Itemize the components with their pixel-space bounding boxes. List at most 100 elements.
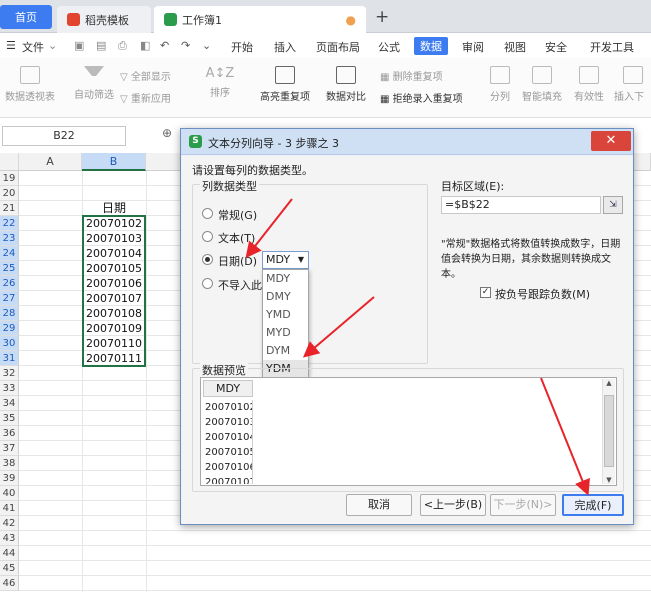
column-header-a[interactable]: A bbox=[19, 153, 82, 171]
range-select-button[interactable]: ⇲ bbox=[603, 196, 623, 214]
show-all-button[interactable]: ▽ 全部显示 bbox=[120, 68, 171, 83]
row-header[interactable]: 33 bbox=[0, 381, 19, 396]
dropdown-option[interactable]: YMD bbox=[263, 306, 308, 324]
table-cell[interactable]: 20070109 bbox=[83, 321, 145, 336]
row-header[interactable]: 42 bbox=[0, 516, 19, 531]
menu-file[interactable]: 文件 bbox=[22, 39, 44, 55]
dialog-close-button[interactable]: ✕ bbox=[591, 131, 631, 151]
sort-button[interactable]: A↕Z 排序 bbox=[195, 66, 245, 99]
delete-duplicates-button[interactable]: ▦ 删除重复项 bbox=[380, 68, 443, 83]
menu-data[interactable]: 数据 bbox=[414, 37, 448, 55]
scroll-thumb[interactable] bbox=[604, 395, 614, 467]
column-header-b[interactable]: B bbox=[82, 153, 146, 171]
scroll-up-icon[interactable]: ▲ bbox=[603, 379, 615, 387]
row-header[interactable]: 35 bbox=[0, 411, 19, 426]
menu-insert[interactable]: 插入 bbox=[274, 39, 296, 55]
radio-text[interactable] bbox=[202, 231, 213, 242]
tab-unsaved-dot-icon[interactable]: ● bbox=[346, 13, 356, 27]
menu-security[interactable]: 安全 bbox=[545, 39, 567, 55]
preview-icon[interactable]: ◧ bbox=[140, 39, 150, 52]
radio-date[interactable] bbox=[202, 254, 213, 265]
table-cell[interactable]: 20070108 bbox=[83, 306, 145, 321]
scroll-down-icon[interactable]: ▼ bbox=[603, 476, 615, 484]
table-cell[interactable]: 20070102 bbox=[83, 216, 145, 231]
hamburger-icon[interactable]: ☰ bbox=[6, 39, 16, 52]
save-icon[interactable]: ▣ bbox=[74, 39, 84, 52]
row-header[interactable]: 44 bbox=[0, 546, 19, 561]
table-cell[interactable]: 20070105 bbox=[83, 261, 145, 276]
print-icon[interactable]: ⎙ bbox=[118, 39, 127, 53]
row-header[interactable]: 21 bbox=[0, 201, 19, 216]
row-header[interactable]: 40 bbox=[0, 486, 19, 501]
pivot-table-button[interactable]: 数据透视表 bbox=[3, 66, 57, 103]
menu-review[interactable]: 审阅 bbox=[462, 39, 484, 55]
table-cell[interactable]: 20070106 bbox=[83, 276, 145, 291]
menu-formula[interactable]: 公式 bbox=[378, 39, 400, 55]
name-box[interactable]: B22 bbox=[2, 126, 126, 146]
row-header[interactable]: 41 bbox=[0, 501, 19, 516]
redo-icon[interactable]: ↷ bbox=[181, 39, 190, 52]
insert-dropdown-button[interactable]: 插入下 bbox=[614, 66, 651, 103]
row-header[interactable]: 45 bbox=[0, 561, 19, 576]
zoom-icon[interactable]: ⊕ bbox=[162, 126, 172, 140]
menu-view[interactable]: 视图 bbox=[504, 39, 526, 55]
dropdown-option[interactable]: MYD bbox=[263, 324, 308, 342]
back-button[interactable]: <上一步(B) bbox=[420, 494, 486, 516]
row-header[interactable]: 37 bbox=[0, 441, 19, 456]
row-header[interactable]: 22 bbox=[0, 216, 19, 231]
radio-skip[interactable] bbox=[202, 278, 213, 289]
more-icon[interactable]: ⌄ bbox=[202, 39, 211, 52]
row-header[interactable]: 31 bbox=[0, 351, 19, 366]
cancel-button[interactable]: 取消 bbox=[346, 494, 412, 516]
reapply-button[interactable]: ▽ 重新应用 bbox=[120, 90, 171, 105]
export-icon[interactable]: ▤ bbox=[96, 39, 106, 52]
row-header[interactable]: 34 bbox=[0, 396, 19, 411]
row-header[interactable]: 32 bbox=[0, 366, 19, 381]
row-header[interactable]: 29 bbox=[0, 321, 19, 336]
row-header[interactable]: 28 bbox=[0, 306, 19, 321]
data-preview[interactable]: MDY 20070102 20070103 20070104 20070105 2007… bbox=[200, 377, 617, 486]
cell-b21[interactable]: 日期 bbox=[83, 201, 145, 216]
table-cell[interactable]: 20070103 bbox=[83, 231, 145, 246]
row-header[interactable]: 30 bbox=[0, 336, 19, 351]
negative-checkbox[interactable]: ✓ bbox=[480, 287, 491, 298]
radio-text-label[interactable]: 文本(T) bbox=[218, 230, 255, 246]
next-button[interactable]: 下一步(N)> bbox=[490, 494, 556, 516]
dropdown-option[interactable]: DMY bbox=[263, 288, 308, 306]
preview-scrollbar[interactable]: ▲ ▼ bbox=[602, 379, 615, 484]
smart-fill-button[interactable]: 智能填充 bbox=[518, 66, 566, 103]
dropdown-option[interactable]: DYM bbox=[263, 342, 308, 360]
row-header[interactable]: 26 bbox=[0, 276, 19, 291]
date-format-select[interactable]: MDY ▼ bbox=[262, 251, 309, 269]
new-tab-icon[interactable]: + bbox=[375, 7, 389, 27]
row-header[interactable]: 25 bbox=[0, 261, 19, 276]
row-header[interactable]: 39 bbox=[0, 471, 19, 486]
chevron-down-icon[interactable]: ⌄ bbox=[48, 39, 57, 52]
tab-template[interactable]: 稻壳模板 bbox=[57, 6, 151, 33]
dropdown-option[interactable]: MDY bbox=[263, 270, 308, 288]
reject-duplicates-button[interactable]: ▦ 拒绝录入重复项 bbox=[380, 90, 463, 105]
row-header[interactable]: 46 bbox=[0, 576, 19, 591]
row-header[interactable]: 36 bbox=[0, 426, 19, 441]
radio-general[interactable] bbox=[202, 208, 213, 219]
table-cell[interactable]: 20070110 bbox=[83, 336, 145, 351]
data-compare-button[interactable]: 数据对比 bbox=[320, 66, 372, 103]
autofilter-button[interactable]: 自动筛选 bbox=[72, 66, 116, 101]
table-cell[interactable]: 20070111 bbox=[83, 351, 145, 366]
row-header[interactable]: 23 bbox=[0, 231, 19, 246]
corner-header[interactable] bbox=[0, 153, 19, 171]
menu-start[interactable]: 开始 bbox=[231, 39, 253, 55]
row-header[interactable]: 20 bbox=[0, 186, 19, 201]
dialog-title-bar[interactable]: S 文本分列向导 - 3 步骤之 3 ✕ bbox=[181, 129, 633, 155]
undo-icon[interactable]: ↶ bbox=[160, 39, 169, 52]
table-cell[interactable]: 20070104 bbox=[83, 246, 145, 261]
row-header[interactable]: 43 bbox=[0, 531, 19, 546]
row-header[interactable]: 38 bbox=[0, 456, 19, 471]
table-cell[interactable]: 20070107 bbox=[83, 291, 145, 306]
radio-general-label[interactable]: 常规(G) bbox=[218, 207, 257, 223]
menu-developer[interactable]: 开发工具 bbox=[590, 39, 634, 55]
menu-page-layout[interactable]: 页面布局 bbox=[316, 39, 360, 55]
row-header[interactable]: 19 bbox=[0, 171, 19, 186]
row-header[interactable]: 24 bbox=[0, 246, 19, 261]
validity-button[interactable]: 有效性 bbox=[568, 66, 610, 103]
